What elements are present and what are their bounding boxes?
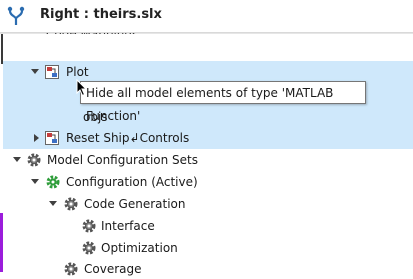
- tree-item-label: Coverage: [84, 262, 142, 276]
- expand-arrow-icon[interactable]: [31, 179, 39, 184]
- tree-item-label: Configuration (Active): [66, 175, 198, 189]
- active-gear-icon: [46, 175, 60, 189]
- tree-item-label: Code Generation: [84, 197, 186, 211]
- gear-icon: [82, 241, 96, 255]
- collapsed-arrow-icon[interactable]: [34, 134, 39, 142]
- tree-item-optimization[interactable]: Optimization: [0, 238, 413, 258]
- page-title: Right : theirs.slx: [40, 7, 162, 22]
- expand-arrow-icon[interactable]: [13, 157, 21, 162]
- tooltip: Hide all model elements of type 'MATLAB …: [80, 81, 366, 123]
- expand-arrow-icon[interactable]: [31, 69, 39, 74]
- gear-icon: [27, 153, 41, 167]
- gear-icon: [64, 262, 78, 276]
- tree-item-label: Interface: [101, 219, 155, 233]
- tree-item-interface[interactable]: Interface: [0, 216, 413, 236]
- expand-arrow-icon[interactable]: [49, 201, 57, 206]
- subsystem-block-icon: [45, 131, 59, 145]
- comparison-header: Right : theirs.slx: [0, 0, 413, 33]
- tree-item-configuration-active[interactable]: Configuration (Active): [0, 172, 413, 192]
- tree-item-reset-ship-controls[interactable]: Reset Ship↲Controls: [0, 128, 413, 148]
- tree-item-plot[interactable]: Plot: [0, 62, 413, 82]
- tree-item-label: Reset Ship↲Controls: [66, 131, 190, 145]
- tree-item-coverage[interactable]: Coverage: [0, 259, 413, 279]
- tree-item-objs[interactable]: objs: [0, 107, 413, 127]
- gear-icon: [64, 197, 78, 211]
- subsystem-block-icon: [45, 65, 59, 79]
- mouse-cursor-icon: [76, 79, 88, 97]
- merge-branch-icon: [7, 6, 25, 25]
- tree-item-code-generation[interactable]: Code Generation: [0, 194, 413, 214]
- tree-item-label: Optimization: [101, 241, 178, 255]
- tree-item-label: Model Configuration Sets: [47, 153, 198, 167]
- tree-item-model-configuration-sets[interactable]: Model Configuration Sets: [0, 150, 413, 170]
- tree-guide-line: [1, 34, 3, 64]
- gear-icon: [82, 219, 96, 233]
